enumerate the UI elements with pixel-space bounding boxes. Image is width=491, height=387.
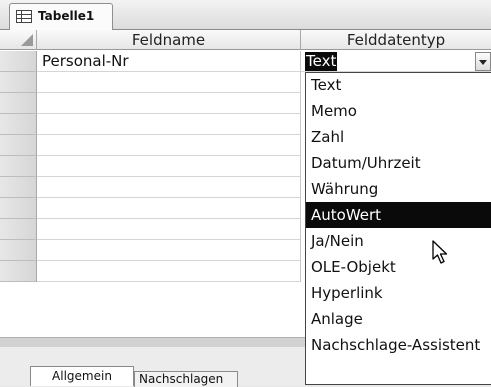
data-type-dropdown-button[interactable] [475, 52, 491, 71]
dropdown-option[interactable]: Zahl [306, 124, 491, 150]
tab-allgemein[interactable]: Allgemein [30, 366, 134, 386]
row-selector[interactable] [0, 51, 37, 72]
data-type-value[interactable]: Text [305, 52, 338, 71]
document-tab-label: Tabelle1 [38, 9, 95, 23]
empty-field-name-cell[interactable] [37, 135, 301, 156]
row-selector[interactable] [0, 177, 37, 198]
empty-field-name-cell[interactable] [37, 240, 301, 261]
dropdown-option[interactable]: Nachschlage-Assistent [306, 332, 491, 358]
dropdown-option[interactable]: OLE-Objekt [306, 254, 491, 280]
empty-field-name-cell[interactable] [37, 114, 301, 135]
empty-field-name-cell[interactable] [37, 198, 301, 219]
row-selector[interactable] [0, 135, 37, 156]
dropdown-option[interactable]: Währung [306, 176, 491, 202]
dropdown-option[interactable]: Text [306, 72, 491, 98]
empty-field-name-cell[interactable] [37, 219, 301, 240]
mouse-pointer-icon [432, 240, 448, 264]
empty-field-name-cell[interactable] [37, 156, 301, 177]
row-selector[interactable] [0, 198, 37, 219]
dropdown-option[interactable]: Anlage [306, 306, 491, 332]
row-selector[interactable] [0, 93, 37, 114]
row-selector[interactable] [0, 114, 37, 135]
dropdown-option[interactable]: Memo [306, 98, 491, 124]
row-selector[interactable] [0, 219, 37, 240]
dropdown-option[interactable]: AutoWert [306, 202, 491, 228]
column-header-felddatentyp[interactable]: Felddatentyp [301, 30, 491, 50]
horizontal-scrollbar[interactable] [0, 337, 305, 347]
empty-field-name-cell[interactable] [37, 72, 301, 93]
column-header-feldname[interactable]: Feldname [37, 30, 301, 50]
select-all-corner[interactable] [0, 30, 37, 50]
document-tab-strip: Tabelle1 [0, 0, 491, 31]
row-selector[interactable] [0, 261, 37, 282]
table-icon [16, 10, 32, 23]
dropdown-option[interactable]: Hyperlink [306, 280, 491, 306]
empty-field-name-cell[interactable] [37, 177, 301, 198]
row-selector[interactable] [0, 156, 37, 177]
data-type-dropdown-list: Text Memo Zahl Datum/Uhrzeit Währung AutoWert… [305, 72, 491, 385]
row-selector[interactable] [0, 240, 37, 261]
document-tab-tabelle1[interactable]: Tabelle1 [9, 3, 113, 31]
dropdown-option[interactable]: Datum/Uhrzeit [306, 150, 491, 176]
empty-field-name-cell[interactable] [37, 93, 301, 114]
row-selector[interactable] [0, 72, 37, 93]
empty-field-name-cell[interactable] [37, 261, 301, 282]
dropdown-option[interactable]: Ja/Nein [306, 228, 491, 254]
field-name-cell[interactable]: Personal-Nr [42, 51, 129, 72]
